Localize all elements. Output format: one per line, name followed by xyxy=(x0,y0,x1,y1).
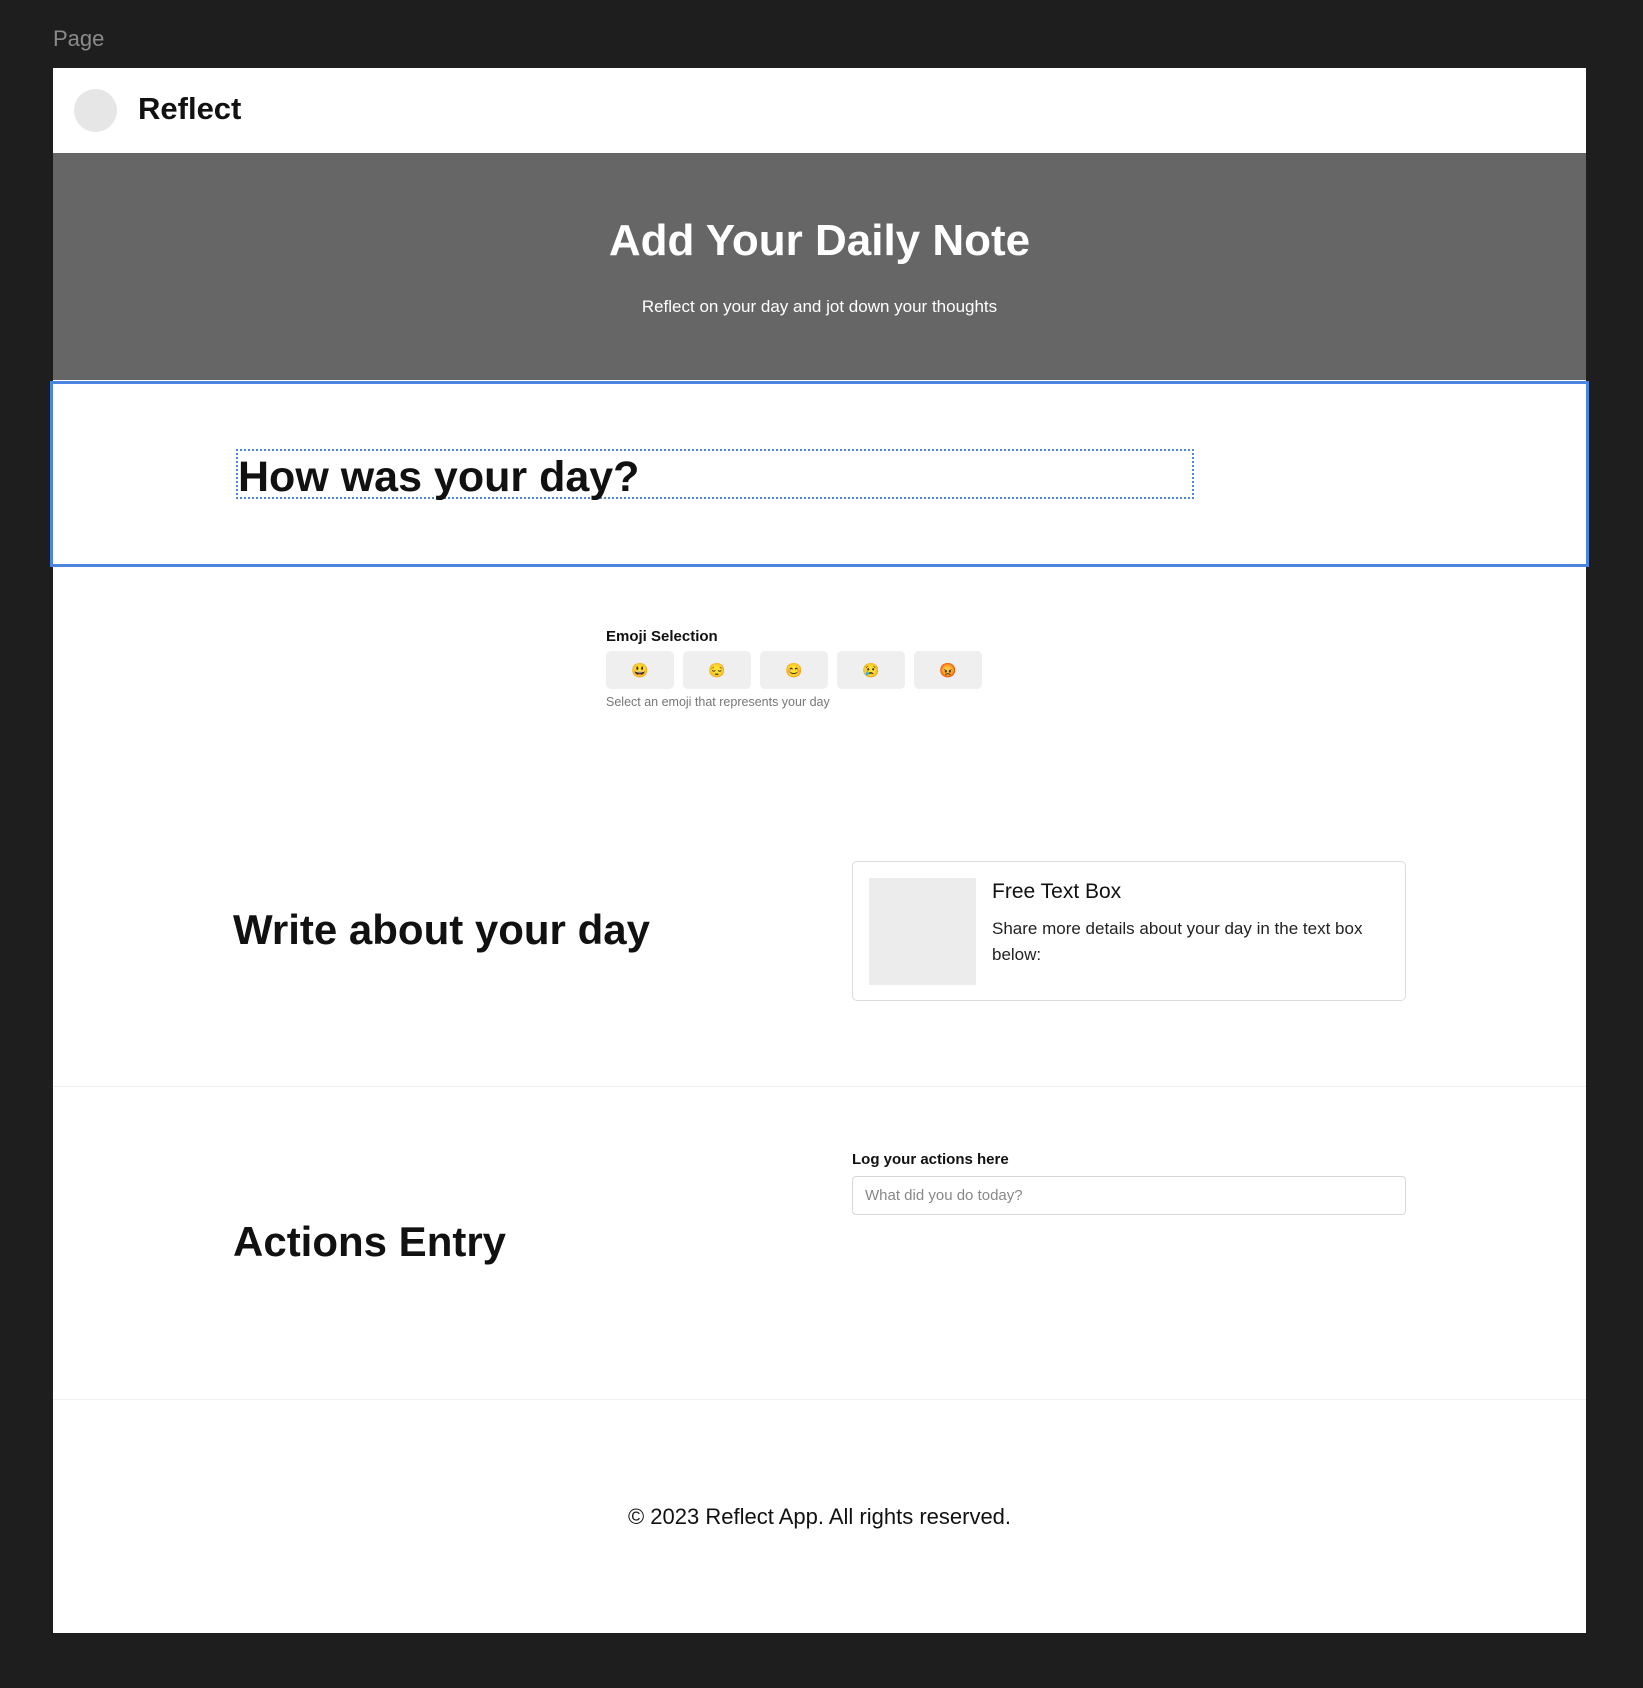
hero-subtitle: Reflect on your day and jot down your th… xyxy=(641,297,998,316)
app-name: Reflect xyxy=(138,91,242,126)
emoji-happy-button[interactable]: 😃 xyxy=(606,651,674,689)
card-title: Free Text Box xyxy=(992,880,1122,903)
emoji-cry-button[interactable]: 😢 xyxy=(837,651,905,689)
emoji-selection-label: Emoji Selection xyxy=(606,628,718,645)
image-placeholder xyxy=(869,878,976,985)
emoji-pensive-button[interactable]: 😔 xyxy=(683,651,751,689)
top-header: Reflect xyxy=(53,68,1586,153)
emoji-selection: Emoji Selection 😃 😔 😊 😢 😡 Select an emoj… xyxy=(606,628,1006,709)
emoji-angry-button[interactable]: 😡 xyxy=(914,651,982,689)
hero-banner: Add Your Daily Note Reflect on your day … xyxy=(53,153,1586,380)
section-divider xyxy=(53,1086,1586,1087)
emoji-options: 😃 😔 😊 😢 😡 xyxy=(606,651,1006,689)
question-section-selected[interactable]: How was your day? xyxy=(50,381,1589,567)
emoji-smile-button[interactable]: 😊 xyxy=(760,651,828,689)
actions-field-label: Log your actions here xyxy=(852,1151,1009,1168)
actions-input[interactable] xyxy=(852,1176,1406,1215)
footer-copyright: © 2023 Reflect App. All rights reserved. xyxy=(627,1504,1012,1529)
hero-title: Add Your Daily Note xyxy=(608,216,1031,265)
canvas-page-label: Page xyxy=(53,26,105,51)
write-heading: Write about your day xyxy=(233,906,650,953)
emoji-help-text: Select an emoji that represents your day xyxy=(606,695,830,709)
question-heading-selection[interactable]: How was your day? xyxy=(236,449,1194,501)
section-divider xyxy=(53,1399,1586,1400)
logo-icon xyxy=(74,89,117,132)
question-heading: How was your day? xyxy=(238,453,640,501)
page-frame: Reflect Add Your Daily Note Reflect on y… xyxy=(50,68,1589,1633)
card-description: Share more details about your day in the… xyxy=(992,919,1363,964)
actions-heading: Actions Entry xyxy=(233,1218,507,1265)
free-text-card: Free Text Box Share more details about y… xyxy=(852,861,1406,1001)
